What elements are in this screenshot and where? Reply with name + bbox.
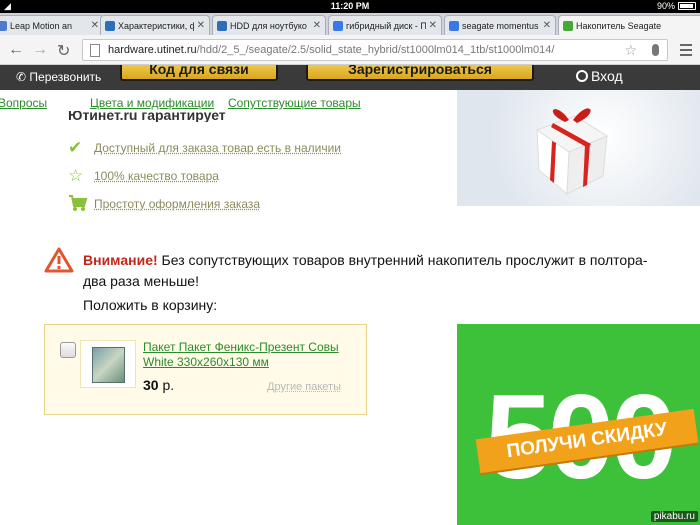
tab-characteristics[interactable]: Характеристики, ф ✕ bbox=[100, 15, 210, 35]
feature-text[interactable]: Простоту оформления заказа bbox=[94, 197, 260, 211]
contact-code-button[interactable]: Код для связи bbox=[120, 65, 278, 81]
tab-favicon-icon bbox=[217, 20, 227, 31]
product-price: 30 р. bbox=[143, 377, 174, 393]
warning-message: Внимание! Без сопутствующих товаров внут… bbox=[83, 250, 663, 292]
star-icon: ☆ bbox=[68, 166, 84, 185]
tab-favicon-icon bbox=[105, 20, 115, 31]
subnav-questions[interactable]: Вопросы bbox=[0, 96, 47, 110]
subnav-related[interactable]: Сопутствующие товары bbox=[228, 96, 361, 110]
tab-title: Leap Motion an bbox=[10, 20, 73, 31]
tab-seagate-momentus[interactable]: seagate momentus x ✕ bbox=[444, 15, 556, 35]
toolbar: ← → ↻ hardware.utinet.ru/hdd/2_5_/seagat… bbox=[0, 35, 700, 65]
feature-text[interactable]: 100% качество товара bbox=[94, 169, 219, 183]
login-label: Вход bbox=[591, 68, 623, 84]
other-bags-link[interactable]: Другие пакеты bbox=[267, 381, 341, 393]
callback-label: Перезвонить bbox=[29, 70, 102, 84]
tab-seagate-drive[interactable]: Накопитель Seagate bbox=[558, 15, 700, 35]
tab-close-icon[interactable]: ✕ bbox=[313, 20, 321, 31]
tab-favicon-icon bbox=[563, 20, 573, 31]
tab-title: HDD для ноутбуко bbox=[230, 20, 307, 31]
discount-banner[interactable]: 500 ПОЛУЧИ СКИДКУ bbox=[457, 324, 700, 525]
product-checkbox[interactable] bbox=[60, 342, 76, 358]
tab-hybrid-disk[interactable]: гибридный диск - П ✕ bbox=[328, 15, 442, 35]
tab-title: гибридный диск - П bbox=[346, 20, 426, 31]
gift-bag-image bbox=[92, 347, 125, 383]
price-currency: р. bbox=[162, 377, 175, 393]
price-value: 30 bbox=[143, 377, 159, 393]
phone-icon: ✆ bbox=[16, 70, 27, 84]
battery-percent: 90% bbox=[656, 1, 675, 11]
login-link[interactable]: Вход bbox=[576, 68, 623, 84]
site-header: ✆ Перезвонить Код для связи Зарегистриро… bbox=[0, 65, 700, 90]
tab-close-icon[interactable]: ✕ bbox=[91, 20, 99, 31]
register-button[interactable]: Зарегистрироваться bbox=[306, 65, 534, 81]
url-path: /hdd/2_5_/seagate/2.5/solid_state_hybrid… bbox=[196, 44, 555, 56]
tab-favicon-icon bbox=[449, 20, 459, 31]
battery-fill bbox=[680, 4, 693, 8]
warning-title: Внимание! bbox=[83, 252, 158, 268]
warning-text: Без сопутствующих товаров внутренний нак… bbox=[83, 252, 648, 289]
check-icon: ✔ bbox=[68, 138, 83, 157]
status-bar: ◢ 11:20 PM 90% bbox=[0, 0, 700, 13]
warning-icon bbox=[44, 247, 74, 273]
reload-icon[interactable]: ↻ bbox=[57, 41, 70, 61]
battery-icon bbox=[678, 2, 696, 10]
web-page: ✆ Перезвонить Код для связи Зарегистриро… bbox=[0, 65, 700, 525]
gift-banner[interactable] bbox=[457, 90, 700, 206]
add-to-cart-label: Положить в корзину: bbox=[83, 297, 218, 313]
url-host: hardware.utinet.ru bbox=[108, 44, 197, 56]
tab-favicon-icon bbox=[333, 20, 343, 31]
tab-title: Характеристики, ф bbox=[118, 20, 194, 31]
tab-favicon-icon bbox=[0, 20, 7, 31]
status-time: 11:20 PM bbox=[330, 1, 370, 11]
address-bar[interactable]: hardware.utinet.ru/hdd/2_5_/seagate/2.5/… bbox=[82, 39, 668, 61]
url-text[interactable]: hardware.utinet.ru/hdd/2_5_/seagate/2.5/… bbox=[108, 44, 554, 56]
watermark: pikabu.ru bbox=[650, 511, 698, 522]
browser-window: ◢ 11:20 PM 90% Leap Motion an ✕ Характер… bbox=[0, 0, 700, 525]
forward-arrow-icon[interactable]: → bbox=[32, 41, 48, 59]
product-thumbnail[interactable] bbox=[80, 340, 136, 388]
cart-icon bbox=[68, 194, 88, 217]
tab-close-icon[interactable]: ✕ bbox=[197, 20, 205, 31]
menu-icon[interactable] bbox=[680, 44, 692, 59]
tab-hdd-laptops[interactable]: HDD для ноутбуко ✕ bbox=[212, 15, 326, 35]
tab-strip: Leap Motion an ✕ Характеристики, ф ✕ HDD… bbox=[0, 13, 700, 35]
tab-title: seagate momentus x bbox=[462, 20, 540, 31]
tab-leap-motion[interactable]: Leap Motion an ✕ bbox=[0, 15, 104, 35]
bookmark-star-icon[interactable]: ☆ bbox=[624, 42, 637, 59]
back-arrow-icon[interactable]: ← bbox=[8, 41, 24, 59]
tab-close-icon[interactable]: ✕ bbox=[543, 20, 551, 31]
login-icon bbox=[576, 70, 588, 82]
tab-title: Накопитель Seagate bbox=[576, 20, 662, 31]
callback-link[interactable]: ✆ Перезвонить bbox=[16, 70, 101, 84]
guarantee-title: Ютинет.ru гарантирует bbox=[68, 111, 226, 122]
microphone-icon[interactable] bbox=[652, 44, 659, 56]
feature-text[interactable]: Доступный для заказа товар есть в наличи… bbox=[94, 141, 341, 155]
subnav-colors[interactable]: Цвета и модификации bbox=[90, 96, 214, 110]
tab-close-icon[interactable]: ✕ bbox=[429, 20, 437, 31]
accessory-product: Пакет Пакет Феникс-Презент Совы White 33… bbox=[44, 324, 367, 415]
page-icon bbox=[90, 44, 100, 57]
product-name-link[interactable]: Пакет Пакет Феникс-Презент Совы White 33… bbox=[143, 340, 363, 370]
status-right: 90% bbox=[657, 1, 696, 11]
gift-box-icon bbox=[535, 108, 609, 196]
